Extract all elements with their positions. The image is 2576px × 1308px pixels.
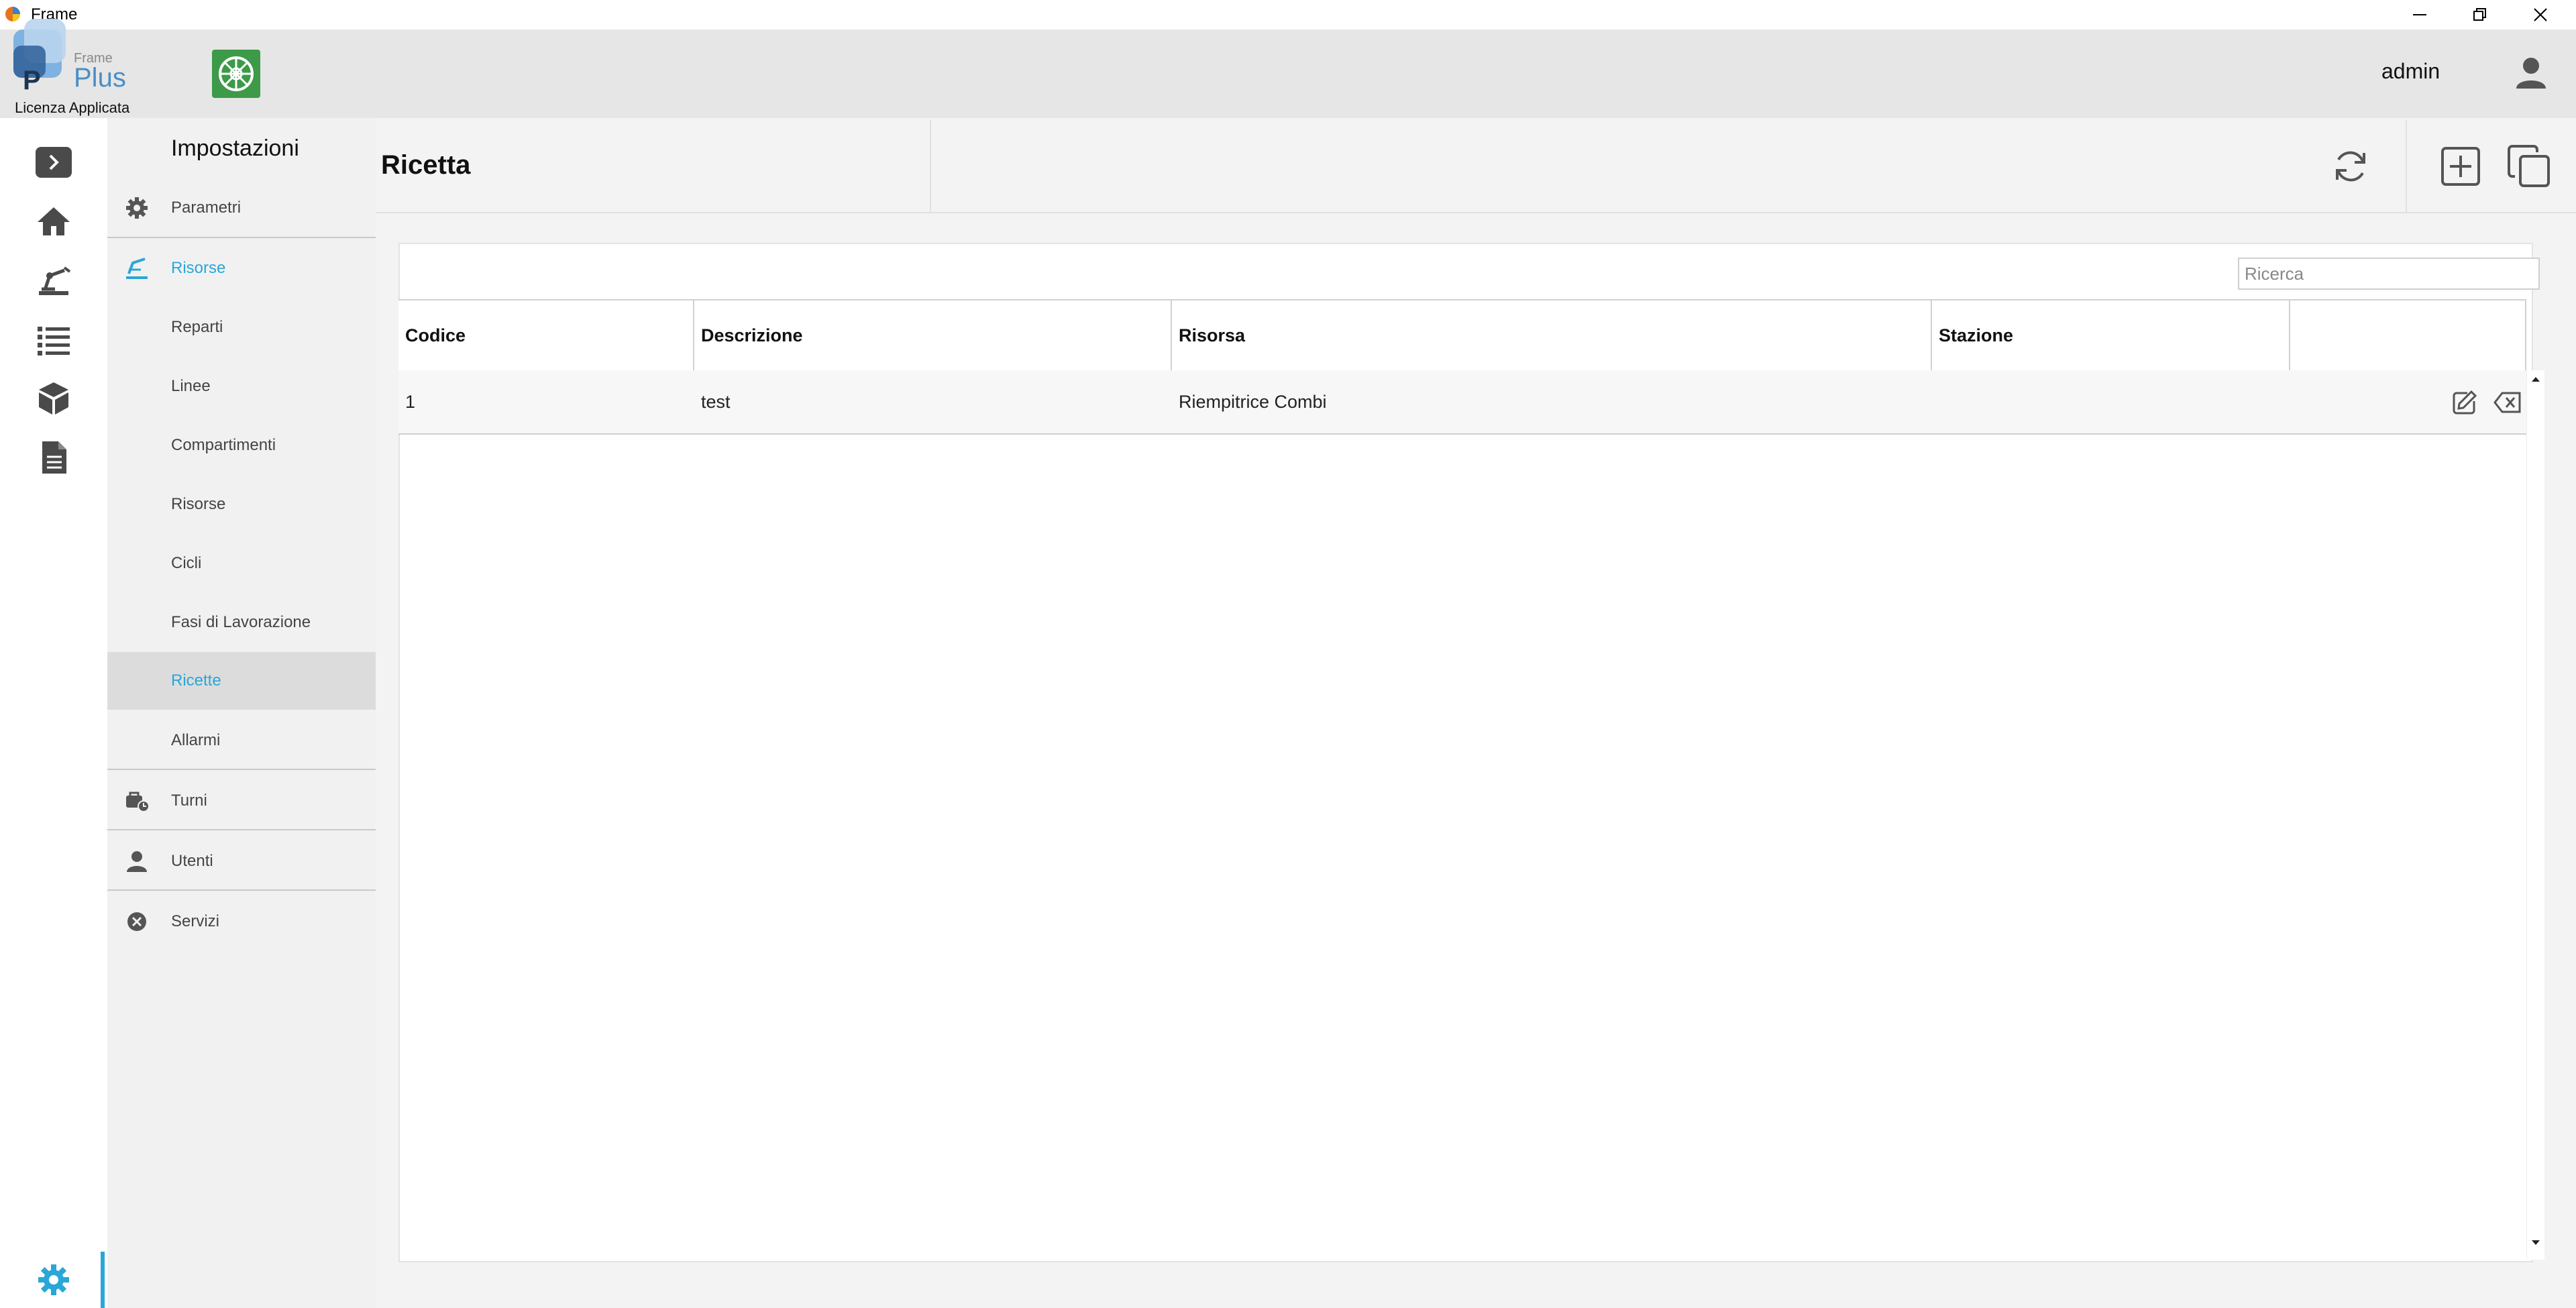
sidebar-item-label: Servizi [171, 912, 220, 930]
expand-nav-button[interactable] [27, 135, 80, 189]
edit-button[interactable] [2451, 389, 2478, 416]
close-icon [2534, 8, 2547, 21]
user-name[interactable]: admin [2381, 59, 2440, 84]
restore-button[interactable] [2450, 0, 2510, 30]
sidebar-item-label: Allarmi [171, 731, 221, 749]
page-title: Ricetta [381, 150, 471, 180]
header-bottom-border [376, 212, 2576, 213]
robot-arm-icon [39, 266, 71, 295]
search-input[interactable] [2238, 258, 2540, 290]
column-header-codice[interactable]: Codice [398, 301, 694, 370]
company-logo [212, 50, 260, 98]
sidebar-item-linee[interactable]: Linee [107, 358, 376, 415]
column-header-stazione[interactable]: Stazione [1932, 301, 2290, 370]
sidebar-item-label: Risorse [171, 495, 226, 513]
cube-icon [39, 382, 68, 415]
wheel-icon [219, 56, 254, 91]
sidebar-item-utenti[interactable]: Utenti [107, 833, 376, 889]
nav-settings[interactable] [27, 1253, 80, 1307]
minimize-button[interactable] [2390, 0, 2450, 30]
gear-icon [38, 1264, 69, 1295]
list-icon [38, 327, 70, 356]
sidebar-divider [107, 237, 376, 238]
copy-icon [2508, 145, 2550, 187]
sidebar-item-label: Ricette [171, 671, 221, 690]
shift-clock-icon [126, 792, 150, 812]
sidebar-divider [107, 769, 376, 770]
column-header-descrizione[interactable]: Descrizione [694, 301, 1172, 370]
table-scrollbar[interactable] [2526, 370, 2544, 1260]
column-header-actions [2290, 301, 2526, 370]
user-icon [2516, 58, 2546, 89]
sidebar-title: Impostazioni [171, 135, 299, 161]
sidebar-item-parametri[interactable]: Parametri [107, 180, 376, 236]
backspace-delete-icon [2493, 392, 2521, 413]
document-icon [42, 441, 66, 474]
home-icon [38, 207, 70, 235]
sidebar-item-label: Turni [171, 792, 207, 810]
column-header-risorsa[interactable]: Risorsa [1172, 301, 1932, 370]
gear-icon [126, 197, 148, 219]
sidebar-divider [107, 829, 376, 830]
user-menu-button[interactable] [2508, 50, 2555, 97]
header-divider [930, 119, 931, 212]
table-header: Codice Descrizione Risorsa Stazione [398, 299, 2526, 372]
table-row[interactable]: 1 test Riempitrice Combi [398, 370, 2526, 435]
sidebar-item-label: Reparti [171, 318, 223, 336]
nav-documents[interactable] [27, 431, 80, 484]
sidebar-item-label: Linee [171, 377, 211, 395]
license-status: Licenza Applicata [15, 99, 130, 116]
brand-name: Plus [74, 63, 126, 93]
sidebar-item-label: Utenti [171, 852, 213, 870]
cell-codice: 1 [405, 391, 416, 412]
nav-products[interactable] [27, 372, 80, 425]
sidebar-item-ricette[interactable]: Ricette [107, 652, 376, 710]
sidebar-item-compartimenti[interactable]: Compartimenti [107, 417, 376, 474]
sidebar-item-turni[interactable]: Turni [107, 773, 376, 829]
chevron-right-icon [36, 147, 72, 178]
nav-list[interactable] [27, 313, 80, 366]
cell-risorsa: Riempitrice Combi [1179, 391, 1327, 412]
user-icon [127, 851, 147, 872]
add-square-icon [2441, 147, 2480, 186]
sidebar-item-fasi-di-lavorazione[interactable]: Fasi di Lavorazione [107, 594, 376, 651]
sidebar-item-label: Cicli [171, 554, 202, 572]
refresh-icon [2336, 151, 2365, 182]
duplicate-button[interactable] [2502, 140, 2556, 193]
nav-home[interactable] [27, 195, 80, 248]
sidebar-item-risorse[interactable]: Risorse [107, 476, 376, 533]
robot-arm-icon [126, 258, 148, 279]
sidebar-item-label: Compartimenti [171, 436, 276, 454]
sidebar-item-cicli[interactable]: Cicli [107, 535, 376, 592]
sidebar-item-reparti[interactable]: Reparti [107, 299, 376, 356]
delete-button[interactable] [2493, 389, 2522, 416]
sidebar-item-label: Parametri [171, 199, 241, 217]
sidebar-item-servizi[interactable]: Servizi [107, 893, 376, 950]
sidebar-item-label: Risorse [171, 259, 226, 277]
window-titlebar: Frame [0, 0, 2576, 30]
restore-icon [2473, 8, 2486, 21]
cell-stazione [1932, 370, 2290, 433]
edit-icon [2453, 390, 2477, 415]
nav-resources[interactable] [27, 254, 80, 307]
brand-letter: P [23, 66, 41, 95]
active-nav-indicator [101, 1252, 105, 1308]
add-button[interactable] [2434, 140, 2487, 193]
refresh-button[interactable] [2324, 140, 2377, 193]
cell-descrizione: test [701, 391, 731, 412]
close-button[interactable] [2510, 0, 2571, 30]
scroll-down-arrow-icon[interactable] [2531, 1240, 2540, 1246]
scroll-up-arrow-icon[interactable] [2531, 376, 2540, 382]
header-divider [2406, 119, 2407, 212]
app-header [0, 30, 2576, 118]
sidebar-item-risorse-group[interactable]: Risorse [107, 240, 376, 296]
close-circle-icon [127, 912, 146, 931]
sidebar-item-label: Fasi di Lavorazione [171, 613, 311, 631]
minimize-icon [2413, 14, 2426, 15]
sidebar-item-allarmi[interactable]: Allarmi [107, 712, 376, 769]
sidebar-divider [107, 889, 376, 891]
